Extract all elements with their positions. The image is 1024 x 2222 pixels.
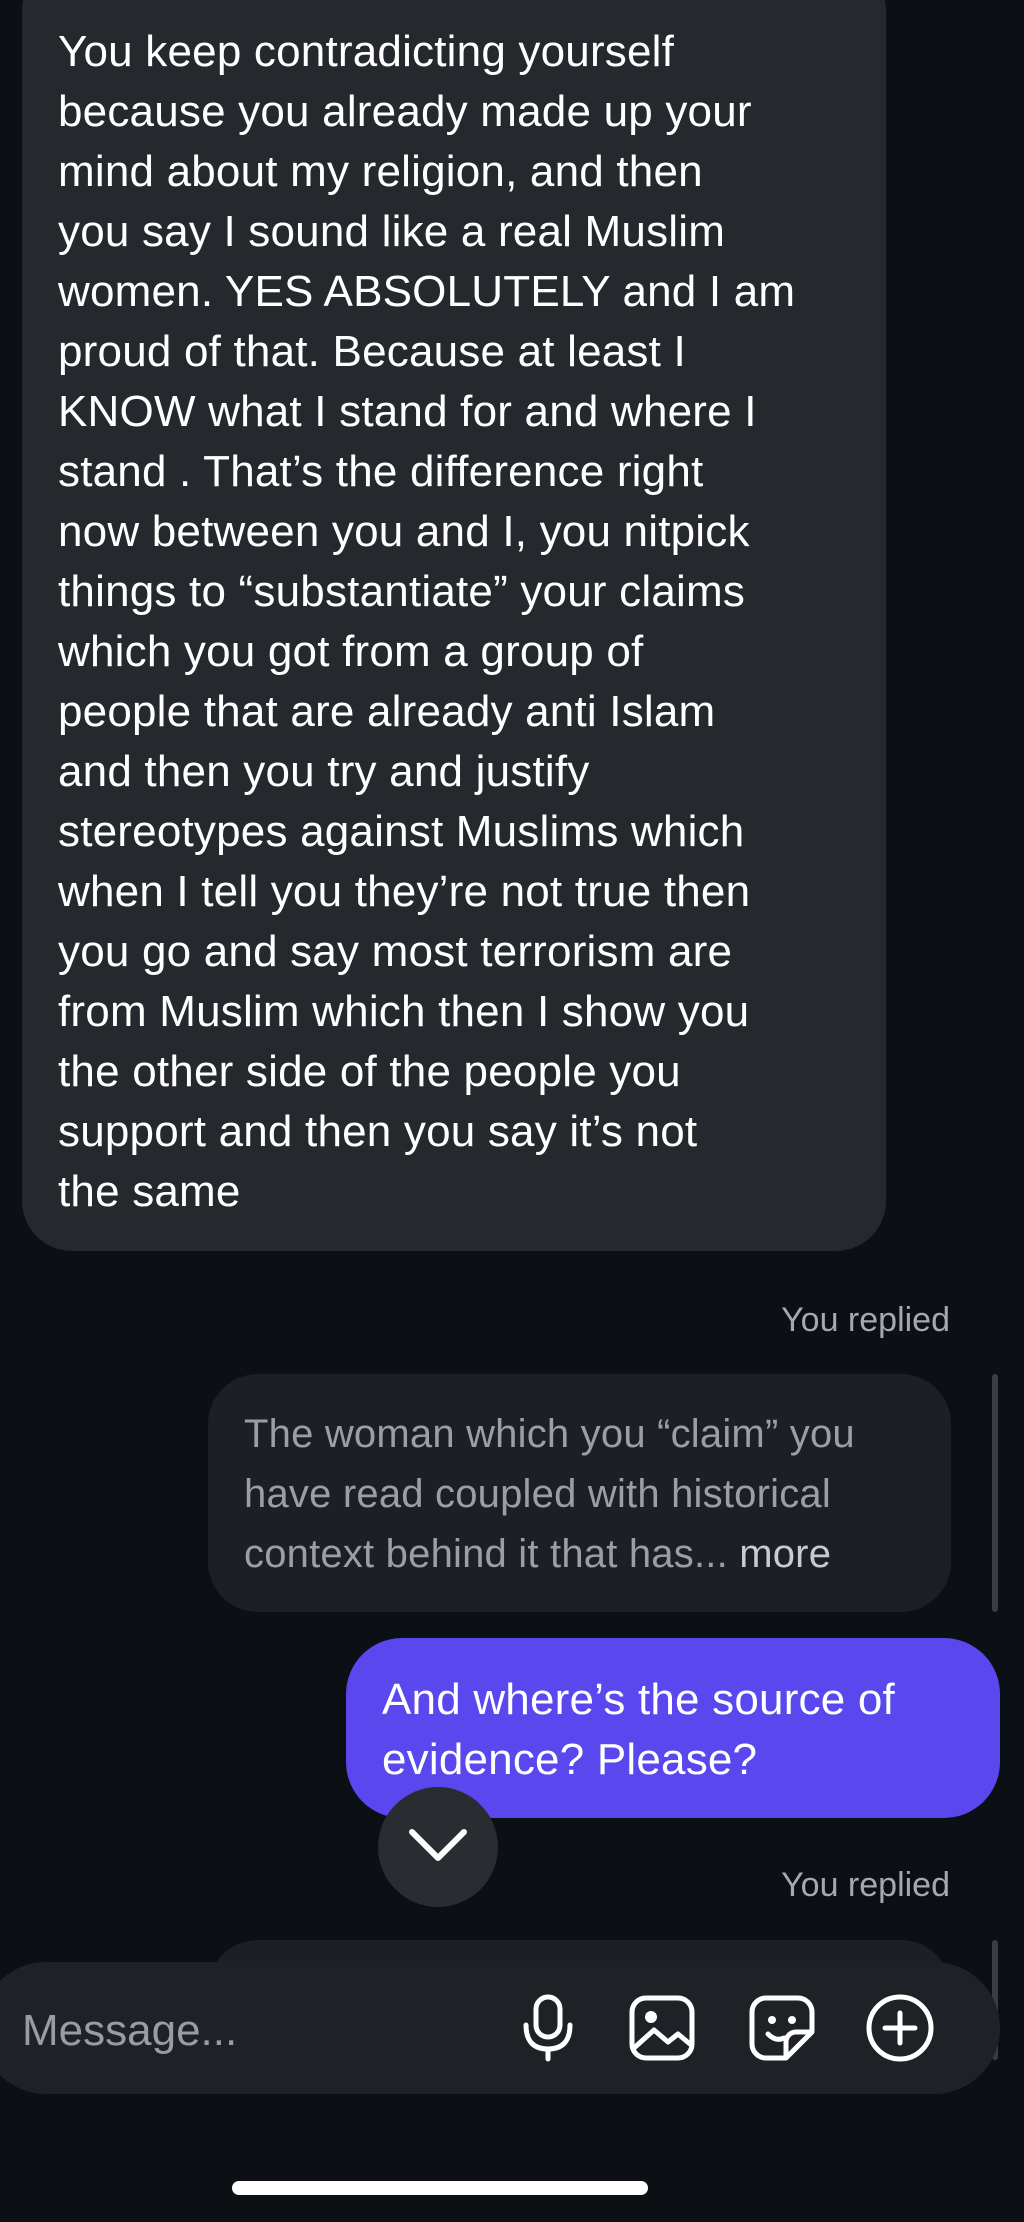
message-composer: Message... bbox=[0, 1962, 1000, 2094]
sticker-icon[interactable] bbox=[744, 1990, 820, 2066]
you-replied-label: You replied bbox=[781, 1866, 950, 1904]
image-icon[interactable] bbox=[624, 1990, 700, 2066]
plus-circle-icon[interactable] bbox=[862, 1990, 938, 2066]
microphone-icon[interactable] bbox=[510, 1990, 586, 2066]
more-link[interactable]: more bbox=[739, 1532, 831, 1576]
you-replied-label: You replied bbox=[781, 1301, 950, 1339]
quoted-reply-message[interactable]: The woman which you “claim” you have rea… bbox=[208, 1374, 951, 1612]
home-indicator[interactable] bbox=[232, 2181, 648, 2195]
chat-screen: You keep contradicting yourself because … bbox=[0, 0, 1024, 2222]
reply-quote-bar bbox=[992, 1374, 998, 1612]
scroll-to-bottom-button[interactable] bbox=[378, 1787, 498, 1907]
chevron-down-icon bbox=[408, 1827, 468, 1868]
received-message[interactable]: You keep contradicting yourself because … bbox=[22, 0, 886, 1251]
message-input[interactable]: Message... bbox=[22, 2006, 237, 2056]
